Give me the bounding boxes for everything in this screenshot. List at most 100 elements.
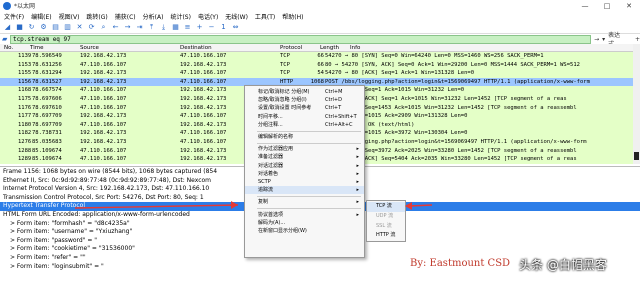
cell-no: 1177 (18, 113, 32, 120)
bottom-icon[interactable]: ⤓ (159, 23, 168, 32)
bookmark-icon[interactable]: ▰ (2, 35, 10, 43)
cell-dst: 47.110.166.107 (180, 139, 227, 145)
window-title: *以太网 (14, 3, 36, 10)
menu-item-2[interactable]: 视图(V) (59, 12, 80, 21)
cell-dst: 47.110.166.107 (180, 130, 227, 137)
restart-icon[interactable]: ↻ (27, 23, 36, 32)
filter-apply-arrow-icon[interactable]: → (594, 36, 599, 43)
cell-time: 85.109674 (32, 156, 62, 163)
menu-item-1[interactable]: 编辑(E) (31, 12, 51, 21)
column-header-0[interactable]: No. (4, 44, 13, 52)
cell-dst: 47.110.166.107 (180, 113, 227, 120)
column-header-1[interactable]: Time (30, 44, 43, 52)
menu-item-4[interactable]: 捕获(C) (115, 12, 136, 21)
cell-dst: 192.168.42.173 (180, 147, 227, 154)
cell-no: 1139 (18, 53, 32, 59)
cell-no: 1156 (18, 78, 32, 85)
cell-no: 1175 (18, 96, 32, 102)
cell-src: 47.110.166.107 (80, 156, 127, 163)
main-toolbar: ◢ ■ ↻ ⚙ ▤ ▥ ✕ ⟳ ⌕ ← → ⇥ ⤒ ⤓ ▦ ≡ + −1 ⇔ (0, 21, 640, 34)
context-menu-item[interactable]: 分组注释... Ctrl+Alt+C (245, 121, 364, 129)
cell-time: 78.631294 (32, 70, 62, 77)
add-filter-button[interactable]: + (635, 36, 640, 43)
column-header-2[interactable]: Source (80, 44, 99, 52)
context-menu-item[interactable]: SCTP ▸ (245, 178, 364, 186)
menu-item-8[interactable]: 无线(W) (225, 12, 248, 21)
autoscroll-icon[interactable]: ≡ (183, 23, 192, 32)
resize-columns-icon[interactable]: ⇔ (231, 23, 240, 32)
goto-icon[interactable]: ⇥ (135, 23, 144, 32)
table-row[interactable]: 1155 78.631294 192.168.42.173 47.110.166.10… (0, 69, 633, 78)
cell-no: 1180 (18, 121, 32, 128)
context-menu-item[interactable]: 在新窗口显示分组(W) (245, 227, 364, 235)
submenu-item-3[interactable]: HTTP 流 (367, 231, 405, 241)
save-icon[interactable]: ▥ (63, 23, 72, 32)
context-menu-item[interactable]: 复制 ▸ (245, 198, 364, 206)
submenu-item-1[interactable]: UDP 流 (367, 212, 405, 222)
context-menu-item[interactable]: 协议首选项 ▸ (245, 211, 364, 219)
cell-proto: TCP (280, 53, 290, 59)
column-header-5[interactable]: Length (320, 44, 339, 52)
options-icon[interactable]: ⚙ (39, 23, 48, 32)
cell-proto: TCP (280, 70, 290, 77)
column-header-3[interactable]: Destination (180, 44, 212, 52)
context-menu-item[interactable]: 准备过滤器 ▸ (245, 153, 364, 161)
table-row[interactable]: 1153 78.631256 47.110.166.107 192.168.42.17… (0, 60, 633, 70)
minimize-button[interactable]: — (574, 2, 596, 10)
menu-item-9[interactable]: 工具(T) (255, 12, 275, 21)
cell-src: 192.168.42.173 (80, 130, 127, 137)
cell-no: 1168 (18, 87, 32, 94)
wireshark-logo-icon (3, 1, 11, 10)
context-menu-item[interactable]: 作为过滤器应用 ▸ (245, 145, 364, 153)
menu-item-label: 分组注释... (258, 121, 283, 128)
top-icon[interactable]: ⤒ (147, 23, 156, 32)
brand-watermark: 头条 @白帽黑客 (519, 257, 607, 272)
submenu-item-2[interactable]: SSL 流 (367, 222, 405, 232)
context-menu-item[interactable]: 忽略/取消忽略 分组(I) Ctrl+D (245, 96, 364, 104)
menu-item-7[interactable]: 电话(Y) (198, 12, 218, 21)
cell-dst: 192.168.42.173 (180, 104, 227, 111)
context-menu-item[interactable]: 对话过滤器 ▸ (245, 162, 364, 170)
shark-fin-icon[interactable]: ◢ (3, 23, 12, 32)
zoom-out-icon[interactable]: − (207, 23, 216, 32)
close-file-icon[interactable]: ✕ (75, 23, 84, 32)
open-icon[interactable]: ▤ (51, 23, 60, 32)
cell-len: 66 (317, 53, 324, 59)
zoom-reset-icon[interactable]: 1 (219, 23, 228, 32)
back-icon[interactable]: ← (111, 23, 120, 32)
context-menu-item[interactable]: 解码为(A)... (245, 219, 364, 227)
filter-dropdown-icon[interactable]: ▾ (602, 36, 605, 43)
column-header-6[interactable]: Info (350, 44, 360, 52)
packet-list-scrollbar[interactable] (633, 44, 640, 164)
maximize-button[interactable]: □ (596, 2, 618, 10)
context-menu-item[interactable]: 追踪流 ▸ (245, 186, 364, 195)
zoom-in-icon[interactable]: + (195, 23, 204, 32)
reload-icon[interactable]: ⟳ (87, 23, 96, 32)
menu-item-6[interactable]: 统计(S) (170, 12, 191, 21)
context-menu-item[interactable]: 标记/取消标记 分组(M) Ctrl+M (245, 88, 364, 96)
cell-dst: 192.168.42.173 (180, 61, 227, 68)
forward-icon[interactable]: → (123, 23, 132, 32)
context-menu-item[interactable]: 设置/取消设置 时间参考 Ctrl+T (245, 104, 364, 112)
context-menu-item[interactable]: 对话着色 ▸ (245, 170, 364, 178)
title-bar: *以太网 — □ ✕ (0, 0, 640, 11)
menu-item-0[interactable]: 文件(F) (4, 12, 24, 21)
colorize-icon[interactable]: ▦ (171, 23, 180, 32)
menu-item-label: 设置/取消设置 时间参考 (258, 105, 312, 112)
menu-item-label: 时间平移... (258, 113, 283, 120)
menu-item-5[interactable]: 分析(A) (143, 12, 164, 21)
table-row[interactable]: 1139 78.596549 192.168.42.173 47.110.166.10… (0, 52, 633, 61)
close-button[interactable]: ✕ (618, 2, 640, 10)
packet-list-header: No. Time Source Destination Protocol Length In… (0, 44, 640, 52)
find-icon[interactable]: ⌕ (99, 23, 108, 32)
menu-item-10[interactable]: 帮助(H) (282, 12, 303, 21)
context-menu-item[interactable]: 编辑解析的名称 (245, 133, 364, 141)
stop-icon[interactable]: ■ (15, 23, 24, 32)
menu-item-3[interactable]: 跳转(G) (86, 12, 107, 21)
context-menu-item[interactable]: 时间平移... Ctrl+Shift+T (245, 113, 364, 121)
submenu-item-0[interactable]: TCP 流 (367, 202, 405, 212)
display-filter-input[interactable]: tcp.stream eq 97 (9, 34, 592, 44)
scrollbar-thumb[interactable] (634, 152, 639, 160)
column-header-4[interactable]: Protocol (280, 44, 302, 52)
menu-item-label: 对话着色 (258, 170, 279, 177)
